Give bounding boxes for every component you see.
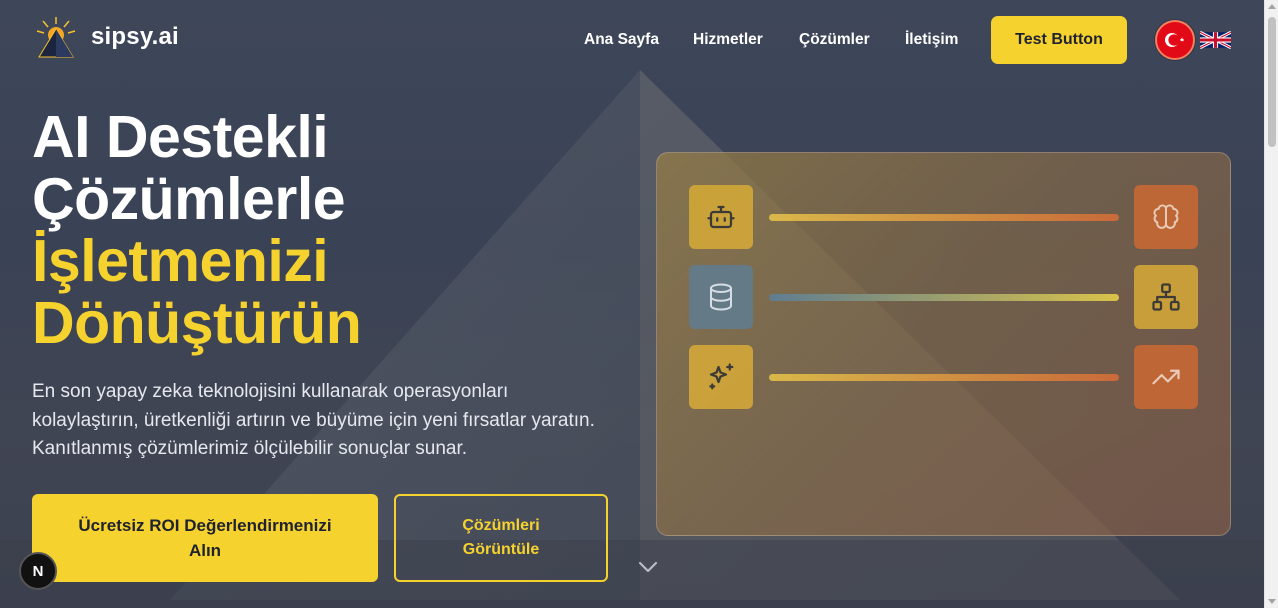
connector-bar-3 xyxy=(769,374,1119,381)
hero-title-line-3: İşletmenizi xyxy=(32,228,329,294)
database-icon xyxy=(689,265,753,329)
uk-flag-icon[interactable] xyxy=(1200,31,1231,49)
roi-assessment-button[interactable]: Ücretsiz ROI Değerlendirmenizi Alın xyxy=(32,494,378,582)
connector-bar-2 xyxy=(769,294,1119,301)
sparkles-icon xyxy=(689,345,753,409)
hero-title-line-1: AI Destekli xyxy=(32,104,329,170)
brand-logo[interactable]: sipsy.ai xyxy=(35,15,179,59)
robot-icon xyxy=(689,185,753,249)
pyramid-logo-icon xyxy=(36,17,76,58)
hero-title: AI Destekli Çözümlerle İşletmenizi Dönüş… xyxy=(32,104,362,356)
brand-name: sipsy.ai xyxy=(91,23,179,50)
scroll-down-arrow-icon[interactable] xyxy=(1268,599,1276,604)
page-scrollbar[interactable] xyxy=(1264,0,1278,608)
turkey-flag-icon[interactable] xyxy=(1155,20,1195,60)
nav-item-cozumler[interactable]: Çözümler xyxy=(799,31,870,49)
dev-tools-badge[interactable]: N xyxy=(19,552,57,590)
scroll-up-arrow-icon[interactable] xyxy=(1268,4,1276,9)
hero-title-line-2: Çözümlerle xyxy=(32,166,346,232)
chevron-down-icon[interactable] xyxy=(636,558,660,576)
hero-subtitle: En son yapay zeka teknolojisini kullanar… xyxy=(32,381,595,459)
hero-title-line-4: Dönüştürün xyxy=(32,290,362,356)
test-button[interactable]: Test Button xyxy=(991,16,1127,64)
network-icon xyxy=(1134,265,1198,329)
brain-icon xyxy=(1134,185,1198,249)
ai-illustration-panel xyxy=(656,152,1231,536)
nav-item-ana-sayfa[interactable]: Ana Sayfa xyxy=(584,31,659,49)
nav-item-iletisim[interactable]: İletişim xyxy=(905,31,958,49)
view-solutions-button[interactable]: Çözümleri Görüntüle xyxy=(394,494,608,582)
scrollbar-thumb[interactable] xyxy=(1268,17,1276,147)
connector-bar-1 xyxy=(769,214,1119,221)
trending-up-icon xyxy=(1134,345,1198,409)
nav-item-hizmetler[interactable]: Hizmetler xyxy=(693,31,763,49)
